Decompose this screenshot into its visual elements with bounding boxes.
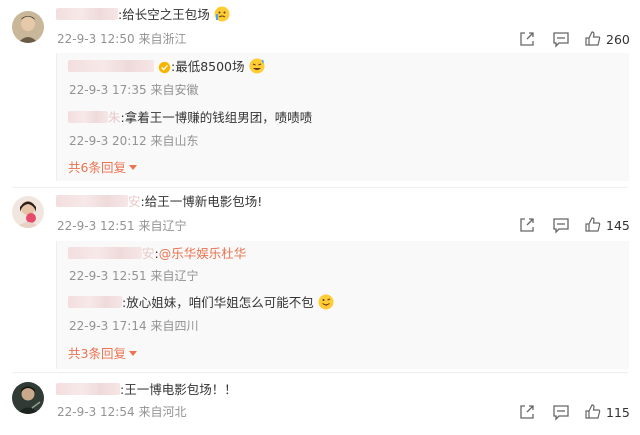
caret-down-icon — [128, 165, 137, 170]
comment-location: 来自河北 — [138, 405, 187, 419]
like-icon[interactable] — [584, 30, 602, 48]
comment-body: :王一博电影包场！！ — [56, 381, 237, 399]
comment-time: 22-9-3 12:51 — [57, 219, 135, 233]
reply-location: 来自安徽 — [150, 83, 199, 97]
comment-body: 安:给王一博新电影包场! — [56, 193, 262, 211]
reply-meta: 22-9-3 17:35 来自安徽 — [69, 82, 198, 98]
more-replies-label: 共3条回复 — [68, 346, 126, 361]
like-count: 145 — [606, 217, 630, 233]
comment-actions: 145 — [518, 216, 630, 234]
blurred-username[interactable] — [68, 296, 122, 308]
reply-meta: 22-9-3 12:51 来自辽宁 — [69, 268, 198, 284]
share-icon[interactable] — [518, 30, 536, 48]
comment-icon[interactable] — [552, 30, 570, 48]
reply-location: 来自山东 — [150, 134, 199, 148]
more-replies-label: 共6条回复 — [68, 160, 126, 175]
more-replies-link[interactable]: 共3条回复 — [68, 345, 137, 363]
partial-username-suffix: 朱 — [108, 110, 121, 125]
reply-meta: 22-9-3 20:12 来自山东 — [69, 133, 198, 149]
blurred-username[interactable] — [56, 8, 118, 20]
share-icon[interactable] — [518, 216, 536, 234]
like-count: 115 — [606, 404, 630, 420]
reply-time: 22-9-3 17:14 — [69, 319, 147, 333]
reply-body: 朱:拿着王一博赚的钱组男团，啧啧啧 — [68, 109, 312, 127]
comment-icon[interactable] — [552, 216, 570, 234]
divider — [12, 187, 628, 188]
mention-link[interactable]: @乐华娱乐杜华 — [159, 246, 247, 261]
comment-meta: 22-9-3 12:51 来自辽宁 — [57, 218, 186, 234]
comment-meta: 22-9-3 12:54 来自河北 — [57, 404, 186, 420]
comment-time: 22-9-3 12:50 — [57, 32, 135, 46]
comment-body: :给长空之王包场 — [56, 6, 230, 24]
partial-username-suffix: 安 — [128, 194, 141, 209]
blurred-username[interactable] — [68, 111, 108, 123]
reply-text: :最低8500场 — [170, 59, 245, 74]
crying-emoji-icon — [214, 6, 230, 22]
reply-body: :放心姐妹，咱们华姐怎么可能不包 — [68, 294, 334, 312]
comment-location: 来自浙江 — [138, 32, 187, 46]
comment-text: :给王一博新电影包场! — [140, 194, 263, 209]
blurred-username[interactable] — [68, 60, 154, 72]
reply-time: 22-9-3 12:51 — [69, 269, 147, 283]
reply-text: :放心姐妹，咱们华姐怎么可能不包 — [122, 295, 314, 310]
verified-badge-icon — [158, 61, 171, 74]
caret-down-icon — [128, 351, 137, 356]
avatar[interactable] — [12, 11, 44, 43]
comment-text: :给长空之王包场 — [118, 7, 210, 22]
blurred-username[interactable] — [68, 247, 142, 259]
tongue-emoji-icon — [318, 294, 334, 310]
reply-time: 22-9-3 17:35 — [69, 83, 147, 97]
grinning-sweat-emoji-icon — [249, 58, 264, 74]
divider — [12, 372, 628, 373]
comment-meta: 22-9-3 12:50 来自浙江 — [57, 31, 186, 47]
comment-actions: 260 — [518, 30, 630, 48]
comment-location: 来自辽宁 — [138, 219, 187, 233]
reply-meta: 22-9-3 17:14 来自四川 — [69, 318, 198, 334]
blurred-username[interactable] — [56, 195, 128, 207]
reply-location: 来自四川 — [150, 319, 199, 333]
comment-actions: 115 — [518, 403, 630, 421]
reply-body: 安:@乐华娱乐杜华 — [68, 245, 246, 263]
comment-icon[interactable] — [552, 403, 570, 421]
blurred-username[interactable] — [56, 383, 120, 395]
like-icon[interactable] — [584, 403, 602, 421]
reply-text: :拿着王一博赚的钱组男团，啧啧啧 — [120, 110, 313, 125]
reply-location: 来自辽宁 — [150, 269, 199, 283]
like-icon[interactable] — [584, 216, 602, 234]
more-replies-link[interactable]: 共6条回复 — [68, 159, 137, 177]
comment-text: :王一博电影包场！！ — [120, 382, 237, 397]
partial-username-suffix: 安 — [142, 246, 155, 261]
avatar[interactable] — [12, 382, 44, 414]
like-count: 260 — [606, 31, 630, 47]
comment-time: 22-9-3 12:54 — [57, 405, 135, 419]
reply-body: :最低8500场 — [68, 58, 265, 76]
share-icon[interactable] — [518, 403, 536, 421]
avatar[interactable] — [12, 196, 44, 228]
reply-time: 22-9-3 20:12 — [69, 134, 147, 148]
